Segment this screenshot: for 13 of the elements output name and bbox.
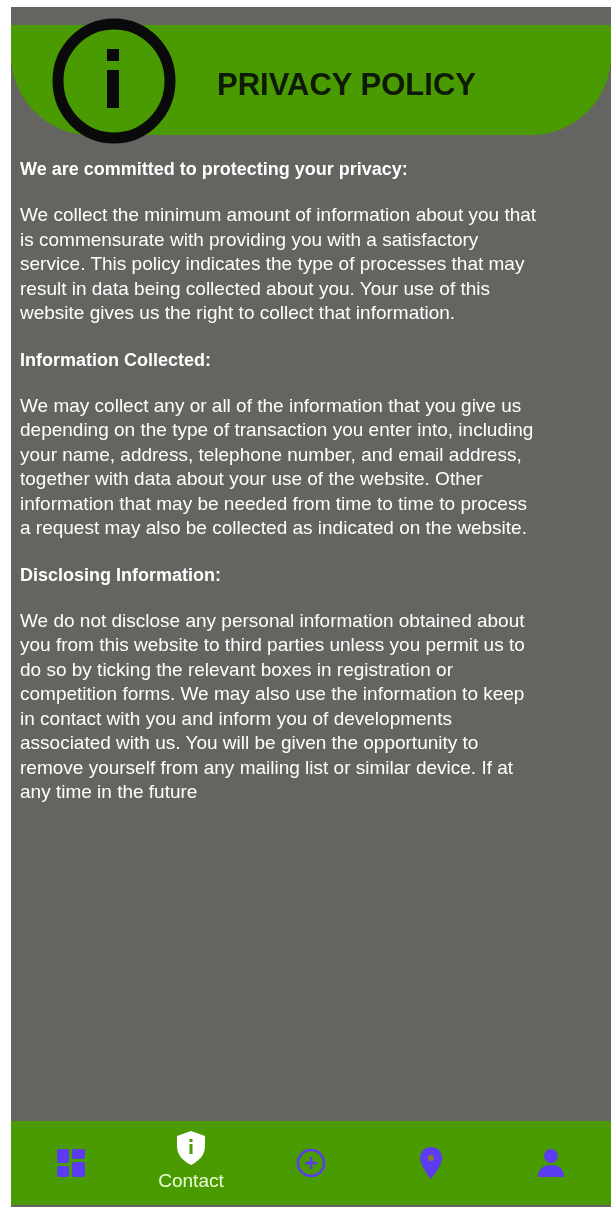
info-icon: [52, 18, 176, 144]
section-heading: We are committed to protecting your privacy:: [20, 158, 409, 181]
location-pin-icon: [420, 1147, 442, 1179]
section-heading: Disclosing Information:: [20, 563, 222, 587]
policy-paragraph: We collect the minimum amount of information about you that is commensurate with providing you with a satisfactory service. This policy indicates the type of processes that may result in data being collected about you. Your use of this website gives us the right to collect that information.: [20, 203, 538, 325]
nav-tab[interactable]: Contact: [146, 1128, 236, 1198]
person-icon: [538, 1149, 564, 1177]
policy-paragraph: We do not disclose any personal information obtained about you from this website to third parties unless you permit us to do so by ticking the relevant boxes in registration or competition forms. We may also use the information to keep in contact with you and inform you of developments associated with us. You will be given the opportunity to remove yourself from any mailing list or similar device. If at any time in the future: [20, 608, 526, 804]
grid-icon: [57, 1149, 85, 1177]
page-title: PRIVACY POLICY: [217, 65, 476, 104]
policy-paragraph: We may collect any or all of the information that you give us depending on the type of transaction you enter into, including your name, address, telephone number, and email address, together with data about your use of the website. Other information that may be needed from time to time to process a request may also be collected as indicated on the website.: [20, 393, 535, 540]
shield-icon: [177, 1130, 205, 1165]
section-heading: Information Collected:: [20, 348, 212, 372]
